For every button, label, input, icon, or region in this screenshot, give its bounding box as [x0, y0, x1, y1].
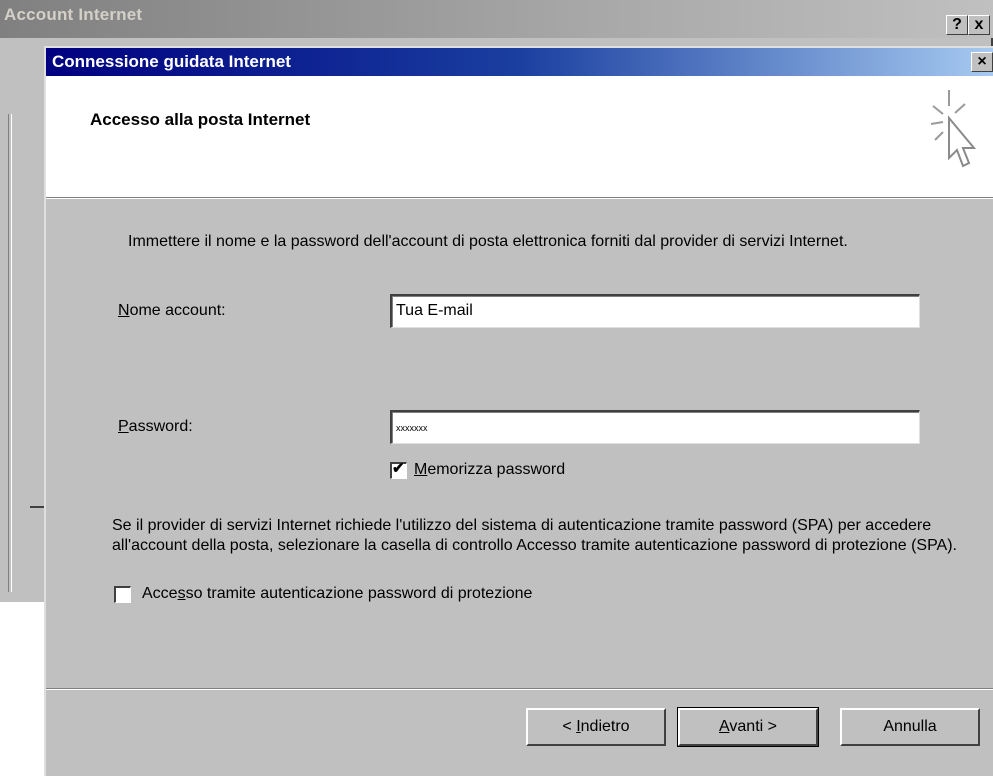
header-separator [46, 198, 993, 199]
back-button-pre: < [562, 718, 577, 735]
dialog-title: Connessione guidata Internet [52, 52, 291, 71]
account-name-hotkey: N [118, 302, 130, 319]
next-button[interactable]: Avanti > [677, 707, 819, 747]
wizard-dialog: Connessione guidata Internet × Accesso a… [44, 46, 993, 776]
account-name-input[interactable]: Tua E-mail [390, 294, 920, 328]
account-name-label: Nome account: [118, 302, 226, 320]
cancel-button[interactable]: Annulla [840, 708, 980, 746]
password-label: Password: [118, 418, 193, 436]
background-window-titlebar[interactable]: Account Internet ? x [0, 0, 993, 38]
spa-checkbox[interactable] [114, 586, 131, 603]
background-tick [30, 506, 44, 508]
next-button-post: vanti > [729, 718, 777, 735]
footer-separator-highlight [46, 689, 993, 690]
background-close-button[interactable]: x [968, 15, 990, 35]
password-label-text: assword: [128, 418, 193, 435]
password-input-value: xxxxxxx [396, 423, 428, 433]
page-title: Accesso alla posta Internet [90, 110, 311, 129]
background-divider [8, 114, 12, 592]
wizard-header: Accesso alla posta Internet [46, 76, 993, 198]
spa-hotkey: s [177, 585, 186, 602]
dialog-close-button[interactable]: × [971, 52, 993, 72]
spa-label-pre: Acce [142, 585, 178, 602]
spa-label[interactable]: Accesso tramite autenticazione password … [142, 585, 532, 603]
intro-text: Immettere il nome e la password dell'acc… [128, 233, 848, 250]
help-button[interactable]: ? [946, 15, 968, 35]
spa-label-post: so tramite autenticazione password di pr… [185, 585, 533, 602]
remember-password-checkbox[interactable]: ✔ [390, 460, 407, 479]
account-name-label-text: ome account: [129, 302, 226, 319]
spa-info-text: Se il provider di servizi Internet richi… [112, 517, 957, 554]
remember-password-label[interactable]: Memorizza password [414, 461, 565, 479]
background-window-title: Account Internet [4, 5, 143, 24]
password-hotkey: P [118, 418, 129, 435]
back-button-post: ndietro [580, 718, 630, 735]
next-button-hotkey: A [719, 718, 730, 735]
remember-password-hotkey: M [414, 461, 428, 478]
remember-password-label-text: emorizza password [427, 461, 566, 478]
back-button[interactable]: < Indietro [526, 708, 666, 746]
password-input[interactable]: xxxxxxx [390, 410, 920, 444]
wizard-cursor-icon [930, 90, 977, 168]
check-icon: ✔ [392, 460, 405, 477]
background-window-body [0, 38, 44, 602]
dialog-titlebar[interactable]: Connessione guidata Internet × [46, 48, 993, 76]
